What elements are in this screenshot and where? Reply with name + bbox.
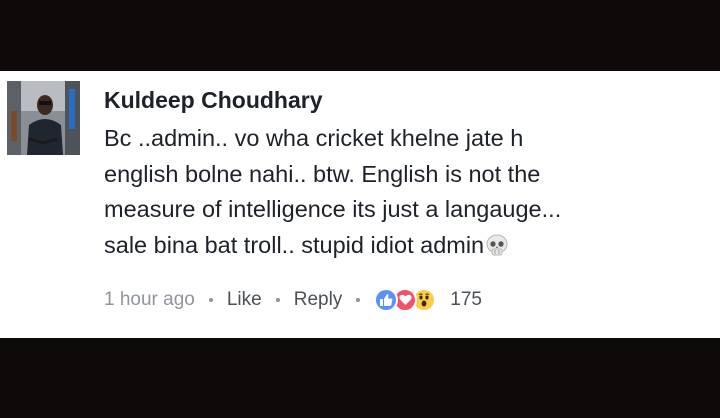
reply-button[interactable]: Reply: [294, 289, 343, 311]
comment-line: english bolne nahi.. btw. English is not…: [104, 160, 541, 187]
reactions-summary[interactable]: 175: [374, 288, 482, 312]
comment-line-last: sale bina bat troll.. stupid idiot admin: [104, 228, 704, 267]
comment-timestamp[interactable]: 1 hour ago: [104, 289, 195, 311]
comment-line: Bc ..admin.. vo wha cricket khelne jate …: [104, 125, 524, 151]
comment-body: Bc ..admin.. vo wha cricket khelne jate …: [104, 121, 704, 266]
comment-line: measure of intelligence its just a langa…: [104, 196, 562, 222]
avatar[interactable]: [7, 81, 80, 155]
comment-card: Kuldeep Choudhary Bc ..admin.. vo wha cr…: [0, 71, 720, 338]
reaction-count: 175: [450, 289, 482, 310]
separator-dot: [208, 298, 213, 302]
comment-meta: 1 hour ago Like Reply 175: [104, 287, 482, 313]
screenshot-frame: Kuldeep Choudhary Bc ..admin.. vo wha cr…: [0, 0, 720, 418]
avatar-photo: [7, 81, 80, 155]
like-icon: [374, 288, 399, 312]
skull-icon: [485, 231, 509, 267]
comment-author[interactable]: Kuldeep Choudhary: [104, 87, 323, 114]
separator-dot: [356, 298, 361, 302]
comment-line: sale bina bat troll.. stupid idiot admin: [104, 231, 485, 258]
like-button[interactable]: Like: [227, 289, 262, 311]
separator-dot: [275, 298, 280, 302]
